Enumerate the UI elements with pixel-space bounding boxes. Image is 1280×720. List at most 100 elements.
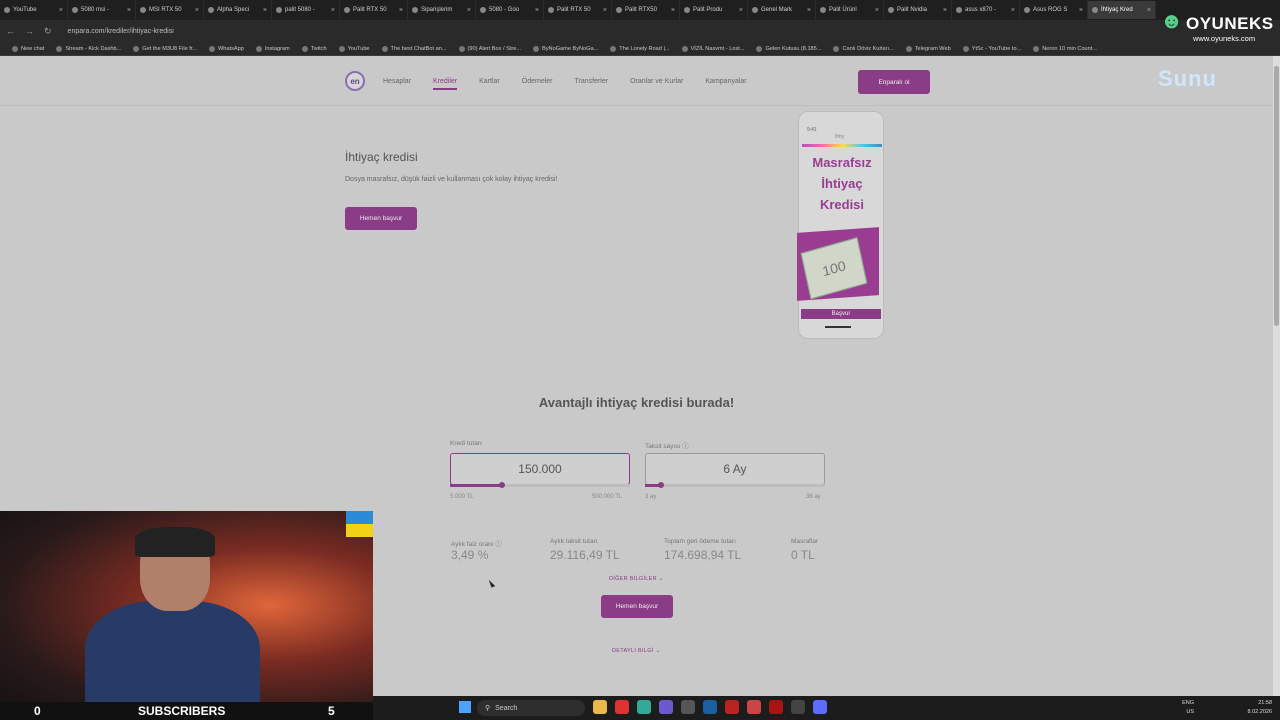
lang-indicator[interactable]: ENG US: [1182, 699, 1194, 717]
close-icon[interactable]: ×: [1011, 7, 1015, 14]
amount-input[interactable]: 150.000: [450, 453, 630, 485]
close-icon[interactable]: ×: [671, 7, 675, 14]
browser-tab[interactable]: Palit RTX 50 ×: [544, 1, 612, 19]
close-icon[interactable]: ×: [127, 7, 131, 14]
discord-icon[interactable]: [659, 700, 673, 714]
clock[interactable]: 21:58 8.02.2026: [1212, 699, 1272, 717]
bookmark-icon: [681, 45, 688, 52]
bookmark-item[interactable]: Canlı Döviz Kurları...: [827, 45, 899, 52]
nav-item[interactable]: Krediler: [433, 78, 458, 90]
hero-apply-button[interactable]: Hemen başvur: [345, 207, 417, 230]
bookmark-item[interactable]: (90) Alert Box / Stre...: [453, 45, 527, 52]
bookmark-item[interactable]: The Lonely Road |...: [604, 45, 675, 52]
file-explorer-icon[interactable]: [593, 700, 607, 714]
close-icon[interactable]: ×: [263, 7, 267, 14]
fees-value: 0 TL: [791, 548, 815, 562]
close-icon[interactable]: ×: [1147, 7, 1151, 14]
bookmark-item[interactable]: Neron 10 min Count...: [1027, 45, 1103, 52]
url-input[interactable]: enpara.com/krediler/ihtiyac-kredisi: [68, 28, 174, 35]
browser-tab[interactable]: palit 5080 - ×: [272, 1, 340, 19]
windows-start-icon[interactable]: [459, 701, 471, 713]
bookmark-item[interactable]: Get the M3U8 File fr...: [127, 45, 203, 52]
close-icon[interactable]: ×: [399, 7, 403, 14]
app-icon[interactable]: [725, 700, 739, 714]
close-icon[interactable]: ×: [875, 7, 879, 14]
browser-tab[interactable]: 5080 msi - ×: [68, 1, 136, 19]
nav-item[interactable]: Oranlar ve Kurlar: [630, 78, 683, 90]
amount-slider-handle[interactable]: [499, 482, 506, 488]
bookmark-item[interactable]: ByNoGame ByNoGa...: [527, 45, 604, 52]
bookmark-item[interactable]: YouTube: [333, 45, 376, 52]
bookmark-item[interactable]: YtSc - YouTube to...: [957, 45, 1028, 52]
bookmark-label: ByNoGame ByNoGa...: [542, 45, 599, 52]
detail-link[interactable]: DETAYLI BİLGİ ⌄: [612, 648, 660, 654]
nav-item[interactable]: Transferler: [575, 78, 609, 90]
calculator-apply-button[interactable]: Hemen başvur: [601, 595, 673, 618]
tab-favicon: [412, 7, 418, 13]
bookmark-icon: [610, 45, 617, 52]
reload-icon[interactable]: ↻: [44, 26, 52, 37]
bookmark-item[interactable]: Gelen Kutusu (8.185...: [750, 45, 827, 52]
close-icon[interactable]: ×: [739, 7, 743, 14]
close-icon[interactable]: ×: [331, 7, 335, 14]
browser-tab[interactable]: asus x870 - ×: [952, 1, 1020, 19]
obs-icon[interactable]: [791, 700, 805, 714]
taskbar-search[interactable]: ⚲ Search: [477, 700, 585, 716]
close-icon[interactable]: ×: [1079, 7, 1083, 14]
steam-icon[interactable]: [703, 700, 717, 714]
nav-item[interactable]: Kartlar: [479, 78, 500, 90]
bookmark-item[interactable]: Twitch: [296, 45, 333, 52]
browser-tab[interactable]: Siparişlerim ×: [408, 1, 476, 19]
browser-tab[interactable]: İhtiyaç Kred ×: [1088, 1, 1156, 19]
close-icon[interactable]: ×: [943, 7, 947, 14]
enpara-logo[interactable]: en: [345, 71, 365, 91]
bookmark-item[interactable]: The best ChatBot an...: [376, 45, 453, 52]
app2-icon[interactable]: [813, 700, 827, 714]
amount-slider[interactable]: [450, 482, 630, 488]
bookmark-label: The best ChatBot an...: [390, 45, 447, 52]
tab-favicon: [344, 7, 350, 13]
netflix-icon[interactable]: [769, 700, 783, 714]
browser-tab[interactable]: Alpha Speci ×: [204, 1, 272, 19]
page-scrollbar[interactable]: [1273, 56, 1280, 696]
browser-tab[interactable]: Palit RTX 50 ×: [340, 1, 408, 19]
browser-tab[interactable]: MSI RTX 50 ×: [136, 1, 204, 19]
browser-tab[interactable]: Palit Produ ×: [680, 1, 748, 19]
bookmark-item[interactable]: New chat: [6, 45, 50, 52]
close-icon[interactable]: ×: [195, 7, 199, 14]
close-icon[interactable]: ×: [807, 7, 811, 14]
close-icon[interactable]: ×: [535, 7, 539, 14]
close-icon[interactable]: ×: [603, 7, 607, 14]
bookmark-item[interactable]: VİZİL Nasvmt - Lost...: [676, 45, 751, 52]
term-input[interactable]: 6 Ay: [645, 453, 825, 485]
nav-item[interactable]: Hesaplar: [383, 78, 411, 90]
stream-app-icon[interactable]: [747, 700, 761, 714]
calculator-icon[interactable]: [681, 700, 695, 714]
term-slider[interactable]: [645, 482, 825, 488]
browser-tab[interactable]: Palit Nvidia ×: [884, 1, 952, 19]
bookmark-item[interactable]: Instagram: [250, 45, 296, 52]
bookmark-item[interactable]: Stream - Kick Dashb...: [50, 45, 127, 52]
enparali-ol-button[interactable]: Enparalı ol: [858, 70, 930, 94]
bookmark-item[interactable]: Telegram Web: [900, 45, 957, 52]
close-icon[interactable]: ×: [467, 7, 471, 14]
chrome-icon[interactable]: [637, 700, 651, 714]
term-slider-handle[interactable]: [658, 482, 665, 488]
nav-item[interactable]: Ödemeler: [522, 78, 553, 90]
nav-item[interactable]: Kampanyalar: [705, 78, 746, 90]
forward-icon[interactable]: →: [25, 26, 34, 36]
back-icon[interactable]: ←: [6, 26, 15, 36]
browser-tab[interactable]: YouTube ×: [0, 1, 68, 19]
more-info-link[interactable]: DİĞER BİLGİLER ⌄: [609, 576, 664, 582]
close-icon[interactable]: ×: [59, 7, 63, 14]
bookmark-item[interactable]: WhatsApp: [203, 45, 250, 52]
browser-tab[interactable]: Genel Mark ×: [748, 1, 816, 19]
browser-tab[interactable]: Asus ROG S ×: [1020, 1, 1088, 19]
opera-icon[interactable]: [615, 700, 629, 714]
browser-tab[interactable]: Palit RTX50 ×: [612, 1, 680, 19]
mouse-cursor: [488, 578, 496, 588]
browser-tab[interactable]: 5080 - Goo ×: [476, 1, 544, 19]
tab-favicon: [276, 7, 282, 13]
scrollbar-thumb[interactable]: [1274, 66, 1279, 326]
browser-tab[interactable]: Palit Ürünl ×: [816, 1, 884, 19]
